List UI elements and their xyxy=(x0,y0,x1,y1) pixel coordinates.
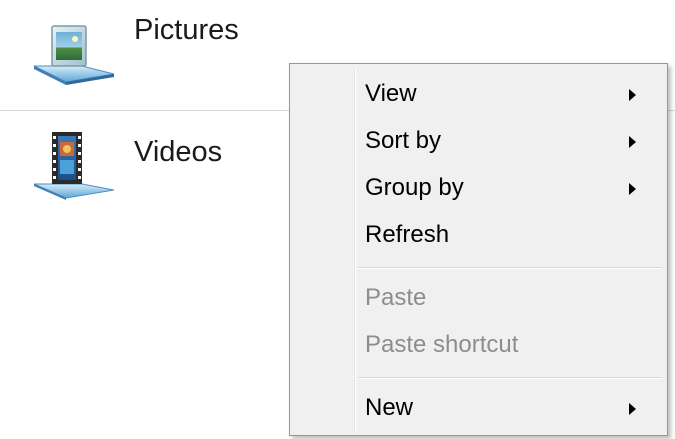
menu-item-label: New xyxy=(365,394,414,421)
menu-item-label: Group by xyxy=(365,174,464,201)
videos-library-icon xyxy=(30,128,118,200)
menu-item-label: Paste xyxy=(365,284,427,311)
menu-separator xyxy=(358,267,662,269)
menu-item-label: View xyxy=(365,80,417,107)
menu-item-sort-by[interactable]: Sort by xyxy=(293,119,664,165)
folder-label-pictures: Pictures xyxy=(134,14,239,46)
menu-item-view[interactable]: View xyxy=(293,72,664,118)
menu-item-label: Sort by xyxy=(365,127,442,154)
menu-item-new[interactable]: New xyxy=(293,386,664,432)
menu-item-refresh[interactable]: Refresh xyxy=(293,213,664,259)
submenu-arrow-icon xyxy=(629,183,636,195)
pictures-library-icon xyxy=(30,14,118,86)
submenu-arrow-icon xyxy=(629,403,636,415)
submenu-arrow-icon xyxy=(629,89,636,101)
menu-item-label: Refresh xyxy=(365,221,450,248)
explorer-content-area: Pictures Videos View Sort by Group by Re… xyxy=(0,0,675,439)
menu-item-label: Paste shortcut xyxy=(365,331,519,358)
context-menu: View Sort by Group by Refresh Paste Past… xyxy=(289,63,668,436)
folder-label-videos: Videos xyxy=(134,136,223,168)
menu-item-group-by[interactable]: Group by xyxy=(293,166,664,212)
submenu-arrow-icon xyxy=(629,136,636,148)
menu-separator xyxy=(358,377,662,379)
menu-item-paste[interactable]: Paste xyxy=(293,276,664,322)
menu-item-paste-shortcut[interactable]: Paste shortcut xyxy=(293,323,664,369)
